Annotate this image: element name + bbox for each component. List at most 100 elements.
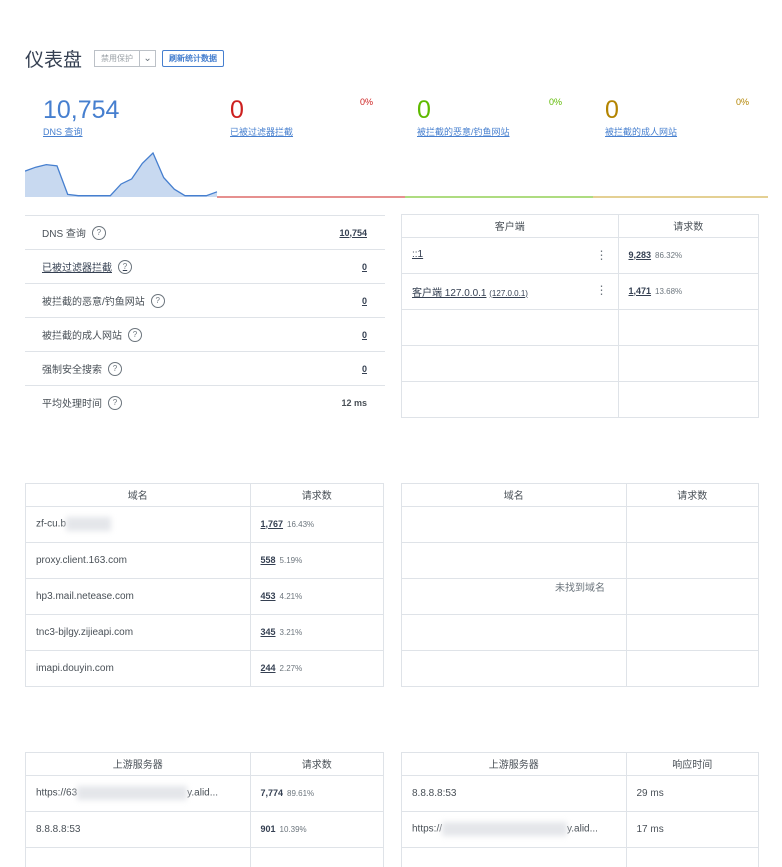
stats-value[interactable]: 0 <box>362 296 367 306</box>
sparkline-area <box>25 153 217 197</box>
request-count[interactable]: 1,767 <box>261 519 284 529</box>
adult-tile: 0 被拦截的成人网站 0% <box>605 95 749 138</box>
table-row: 8.8.8.8:53 901 10.39% <box>26 811 383 848</box>
table-row: proxy.client.163.com 558 5.19% <box>26 542 383 579</box>
help-icon[interactable]: ? <box>150 293 165 308</box>
request-count[interactable]: 345 <box>261 627 276 637</box>
client-link[interactable]: ::1 <box>412 249 423 260</box>
domain-name: zf-cu.b <box>36 518 67 530</box>
request-count[interactable]: 9,283 <box>629 250 652 260</box>
dns-queries-link[interactable]: DNS 查询 <box>43 125 119 138</box>
stats-label: 被拦截的成人网站? <box>42 327 142 342</box>
client-ip-link[interactable]: (127.0.0.1) <box>489 289 528 298</box>
help-icon[interactable]: ? <box>128 327 142 342</box>
filtered-tile: 0 已被过滤器拦截 0% <box>230 95 375 138</box>
stats-row: 强制安全搜索? 0 <box>25 351 385 385</box>
table-row <box>402 506 758 543</box>
response-time: 29 ms <box>636 787 664 799</box>
col-domain-header: 域名 <box>26 484 251 507</box>
stats-value[interactable]: 10,754 <box>339 228 367 238</box>
request-count[interactable]: 453 <box>261 591 276 601</box>
request-count[interactable]: 558 <box>261 555 276 565</box>
domain-name: imapi.douyin.com <box>36 662 114 674</box>
table-row <box>402 309 758 346</box>
top-clients-card: 客户端 请求数 ::1 ⋮ 9,283 86.32% 客户端 127.0.0.1 … <box>401 214 759 418</box>
stats-label: 被拦截的恶意/钓鱼网站? <box>42 293 165 308</box>
more-vertical-icon[interactable]: ⋮ <box>596 284 608 296</box>
stats-value[interactable]: 0 <box>362 330 367 340</box>
col-requests-header: 请求数 <box>250 484 383 507</box>
table-row: 8.8.8.8:53 29 ms <box>402 775 758 812</box>
col-server-header: 上游服务器 <box>26 753 251 776</box>
more-vertical-icon[interactable]: ⋮ <box>596 249 608 261</box>
disable-protection-button[interactable]: 禁用保护 <box>94 50 140 67</box>
help-icon[interactable]: ? <box>118 259 132 274</box>
protection-dropdown-button[interactable]: ⌄ <box>139 50 157 67</box>
filtered-link[interactable]: 已被过滤器拦截 <box>230 125 375 138</box>
col-time-header: 响应时间 <box>626 753 758 776</box>
request-percent: 86.32% <box>655 250 683 260</box>
request-count: 901 <box>260 823 276 834</box>
stats-label-text: DNS 查询 <box>42 229 86 240</box>
request-percent: 4.21% <box>279 591 303 601</box>
stats-row: 被拦截的成人网站? 0 <box>25 317 385 351</box>
table-row <box>402 614 758 651</box>
table-row <box>26 847 383 867</box>
top-clients-table: 客户端 请求数 ::1 ⋮ 9,283 86.32% 客户端 127.0.0.1 … <box>402 215 758 417</box>
upstream-times-table: 上游服务器 响应时间 8.8.8.8:53 29 ms https:// y.al… <box>402 753 758 867</box>
stats-label[interactable]: 已被过滤器拦截? <box>42 259 132 274</box>
page-header: 仪表盘 禁用保护 ⌄ 刷新统计数据 <box>25 45 225 72</box>
stats-label: 强制安全搜索? <box>42 361 122 376</box>
stats-row: 平均处理时间? 12 ms <box>25 385 385 419</box>
stats-row: DNS 查询? 10,754 <box>25 215 385 249</box>
domain-name: hp3.mail.netease.com <box>36 590 134 602</box>
stats-value[interactable]: 0 <box>362 364 367 374</box>
redacted-text <box>66 517 112 531</box>
client-link[interactable]: 客户端 127.0.0.1 <box>412 288 486 299</box>
col-client-header: 客户端 <box>402 215 619 238</box>
table-row: https:// y.alid... 17 ms <box>402 811 758 848</box>
stats-label-text: 被拦截的成人网站 <box>42 331 122 342</box>
upstream-server: https:// <box>412 823 443 835</box>
request-percent: 2.27% <box>279 663 303 673</box>
adult-link[interactable]: 被拦截的成人网站 <box>605 125 749 138</box>
request-count[interactable]: 244 <box>261 663 276 673</box>
request-percent: 3.21% <box>279 627 303 637</box>
redacted-text <box>442 822 568 836</box>
request-percent: 13.68% <box>655 286 683 296</box>
col-domain-header: 域名 <box>402 484 627 507</box>
request-percent: 5.19% <box>279 555 303 565</box>
help-icon[interactable]: ? <box>108 395 122 410</box>
dns-sparkline <box>25 151 768 198</box>
stats-value[interactable]: 0 <box>362 262 367 272</box>
filtered-percent: 0% <box>359 97 373 107</box>
filtered-value: 0 <box>230 96 244 124</box>
stats-label-text: 强制安全搜索 <box>42 365 102 376</box>
upstream-server: https://63 <box>36 787 78 799</box>
table-row <box>402 381 758 417</box>
stats-row: 已被过滤器拦截? 0 <box>25 249 385 283</box>
upstream-server: 8.8.8.8:53 <box>412 787 457 799</box>
request-percent: 89.61% <box>287 788 315 798</box>
stats-label-text: 被拦截的恶意/钓鱼网站 <box>42 297 145 308</box>
upstream-server: 8.8.8.8:53 <box>36 823 81 835</box>
request-count[interactable]: 1,471 <box>629 286 652 296</box>
upstream-server-suffix: y.alid... <box>567 823 598 835</box>
table-row: tnc3-bjlgy.zijieapi.com 345 3.21% <box>26 614 383 651</box>
empty-state-message: 未找到域名 <box>555 583 605 594</box>
domain-name: proxy.client.163.com <box>36 554 127 566</box>
request-percent: 10.39% <box>279 824 307 834</box>
malware-value: 0 <box>417 96 431 124</box>
top-queried-domains-card: 域名 请求数 zf-cu.b 1,767 16.43% proxy.client.16… <box>25 483 384 687</box>
page-title: 仪表盘 <box>25 50 83 71</box>
help-icon[interactable]: ? <box>91 225 106 240</box>
top-queried-table: 域名 请求数 zf-cu.b 1,767 16.43% proxy.client.16… <box>26 484 383 686</box>
request-count: 7,774 <box>260 787 284 798</box>
refresh-stats-button[interactable]: 刷新统计数据 <box>162 50 225 67</box>
table-row: ::1 ⋮ 9,283 86.32% <box>402 237 758 274</box>
table-row: 客户端 127.0.0.1 (127.0.0.1) ⋮ 1,471 13.68% <box>402 273 758 310</box>
dns-queries-tile: 10,754 DNS 查询 <box>43 95 119 138</box>
help-icon[interactable]: ? <box>108 361 122 376</box>
col-requests-header: 请求数 <box>618 215 758 238</box>
malware-link[interactable]: 被拦截的恶意/钓鱼网站 <box>417 125 562 138</box>
